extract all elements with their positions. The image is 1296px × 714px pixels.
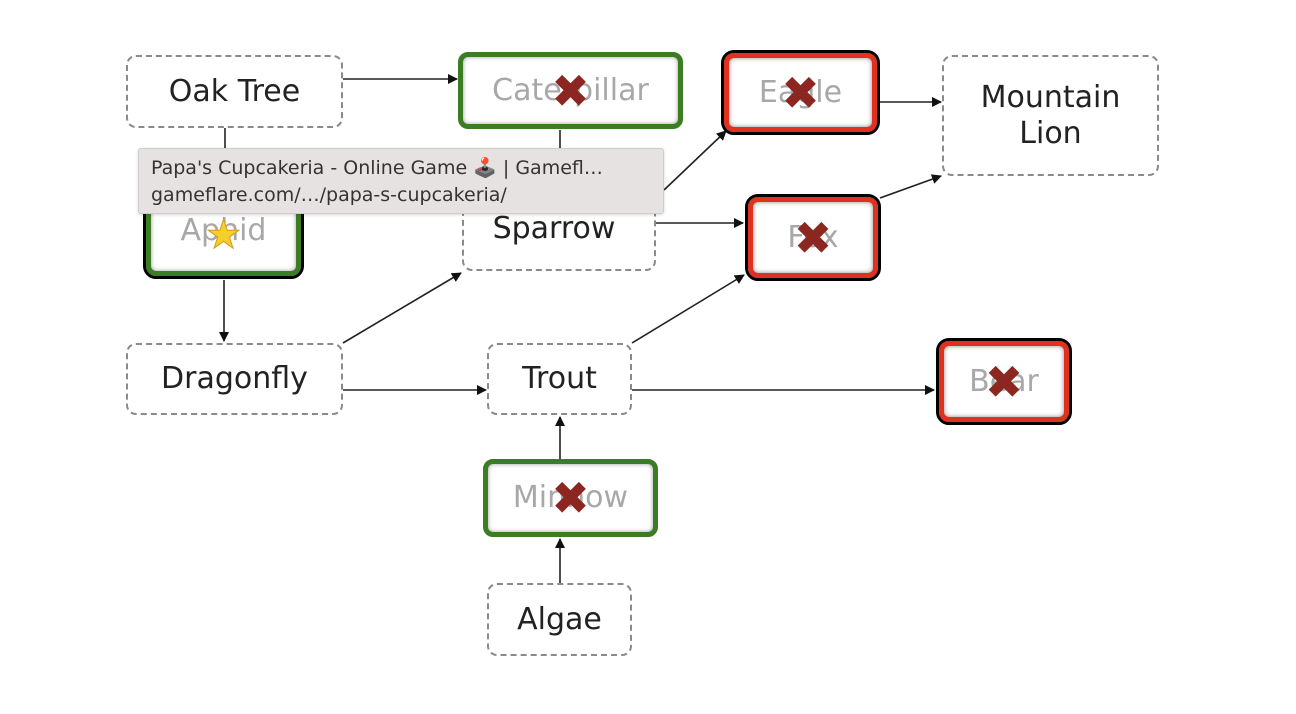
tooltip-url: gameflare.com/…/papa-s-cupcakeria/ — [151, 184, 507, 206]
edge-fox-mountain-lion — [879, 174, 942, 199]
node-label: Mountain Lion — [980, 79, 1121, 151]
edge-dragonfly-sparrow — [342, 272, 462, 344]
node-fox[interactable]: Fox ✖ — [745, 194, 881, 281]
node-trout[interactable]: Trout — [487, 343, 632, 415]
x-icon: ✖ — [781, 65, 820, 120]
node-label: Algae — [517, 601, 602, 637]
x-icon: ✖ — [551, 63, 590, 118]
node-bear[interactable]: Bear ✖ — [936, 338, 1072, 425]
x-icon: ✖ — [551, 471, 590, 525]
node-label: Trout — [522, 361, 597, 396]
node-caterpillar[interactable]: Caterpillar ✖ — [458, 52, 683, 129]
edge-sparrow-eagle — [663, 130, 727, 191]
node-algae[interactable]: Algae — [487, 583, 632, 656]
star-icon: ★ — [205, 211, 242, 258]
node-minnow[interactable]: Minnow ✖ — [483, 459, 658, 537]
node-label: Sparrow — [492, 210, 616, 246]
node-label: Dragonfly — [161, 361, 308, 396]
node-dragonfly[interactable]: Dragonfly — [126, 343, 343, 415]
node-label: Oak Tree — [168, 73, 301, 109]
node-mountain-lion[interactable]: Mountain Lion — [942, 55, 1159, 176]
node-oak-tree[interactable]: Oak Tree — [126, 55, 343, 128]
edge-trout-fox — [631, 274, 745, 344]
link-tooltip: Papa's Cupcakeria - Online Game 🕹️ | Gam… — [138, 148, 664, 214]
x-icon: ✖ — [984, 354, 1024, 409]
tooltip-title: Papa's Cupcakeria - Online Game 🕹️ | Gam… — [151, 157, 603, 179]
node-eagle[interactable]: Eagle ✖ — [721, 50, 880, 135]
x-icon: ✖ — [793, 210, 833, 265]
